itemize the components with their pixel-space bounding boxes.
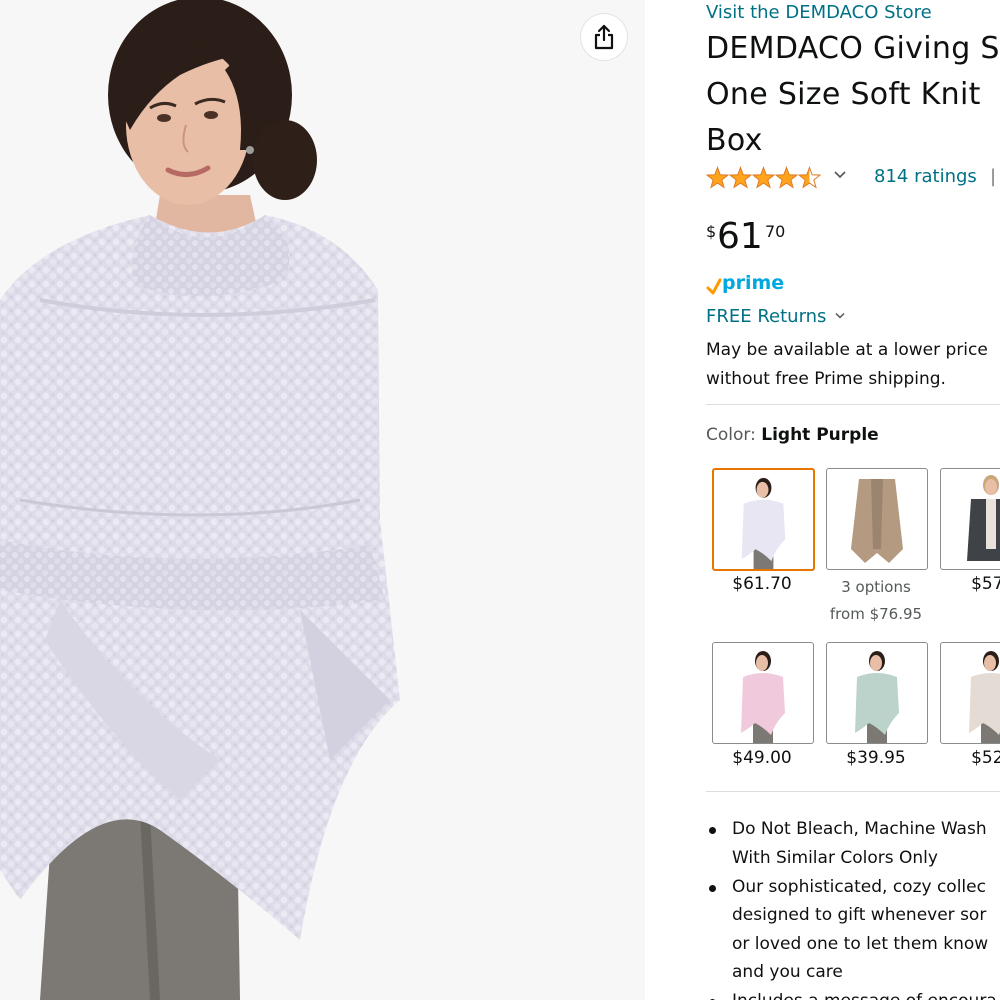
- color-swatch-light-purple[interactable]: $61.70: [706, 468, 818, 628]
- availability-line-1: May be available at a lower price: [706, 340, 988, 360]
- swatch-thumbnail: [940, 468, 1000, 570]
- swatch-options-count: 3 options: [841, 578, 911, 596]
- availability-note: May be available at a lower price withou…: [706, 336, 988, 394]
- free-returns-label: FREE Returns: [706, 306, 827, 327]
- product-main-image[interactable]: [0, 0, 645, 1000]
- availability-line-2: without free Prime shipping.: [706, 369, 946, 389]
- chevron-down-icon: [835, 312, 845, 319]
- feature-bullet-line: Our sophisticated, cozy collec: [732, 876, 986, 897]
- star-rating[interactable]: [706, 166, 822, 190]
- color-selection: Color: Light Purple: [706, 425, 879, 445]
- swatch-thumbnail: [940, 642, 1000, 744]
- model-wearing-wrap-image: [0, 0, 400, 1000]
- color-swatch-pink[interactable]: $49.00: [706, 642, 818, 777]
- feature-bullet-line: designed to gift whenever sor: [732, 905, 987, 925]
- feature-bullet-line: Do Not Bleach, Machine Wash: [732, 819, 987, 839]
- divider: [706, 404, 1000, 405]
- star-icon: [751, 166, 776, 189]
- swatch-thumbnail: [826, 642, 928, 744]
- swatch-image: [855, 651, 899, 743]
- feature-bullet-line: With Similar Colors Only: [732, 847, 938, 868]
- swatch-image: [969, 651, 1000, 743]
- star-icon: [706, 166, 730, 189]
- color-swatch-sage[interactable]: $39.95: [820, 642, 932, 777]
- ratings-count-link[interactable]: 814 ratings: [874, 166, 977, 187]
- prime-label: prime: [722, 272, 785, 294]
- rating-row: 814 ratings |: [706, 164, 1000, 192]
- swatch-image: [851, 479, 903, 563]
- swatch-price: $57.: [971, 574, 1000, 594]
- star-icon: [728, 166, 753, 189]
- swatch-image: [741, 477, 786, 569]
- swatch-thumbnail: [826, 468, 928, 570]
- color-swatch-taupe[interactable]: 3 options from $76.95: [820, 468, 932, 628]
- store-link[interactable]: Visit the DEMDACO Store: [706, 2, 932, 23]
- color-label: Color:: [706, 425, 756, 445]
- swatch-options-from-price: from $76.95: [829, 605, 923, 623]
- swatch-thumbnail: [712, 468, 815, 571]
- check-icon: [706, 278, 722, 295]
- free-returns-link[interactable]: FREE Returns: [706, 306, 846, 327]
- swatch-image: [741, 651, 785, 743]
- chevron-down-icon[interactable]: [833, 170, 847, 180]
- feature-bullets: Do Not Bleach, Machine Wash With Similar…: [706, 815, 1000, 1000]
- feature-bullet-line: Includes a message of encoura: [732, 987, 1000, 1000]
- divider: [706, 791, 1000, 792]
- feature-bullet-line: and you care: [732, 962, 843, 982]
- swatch-options: 3 options from $76.95: [820, 574, 932, 628]
- star-icon: [774, 166, 799, 189]
- product-info-panel: Visit the DEMDACO Store DEMDACO Giving S…: [706, 0, 1000, 1000]
- share-icon: [594, 24, 614, 50]
- swatch-thumbnail: [712, 642, 814, 744]
- color-swatch-charcoal[interactable]: $57.: [934, 468, 1000, 628]
- share-button[interactable]: [581, 14, 627, 60]
- star-icon: [797, 166, 822, 189]
- feature-bullet: Our sophisticated, cozy collec designed …: [706, 873, 1000, 987]
- swatch-price: $49.00: [732, 748, 792, 768]
- rating-separator: |: [990, 166, 997, 187]
- product-title-line-3: Box: [706, 123, 763, 158]
- product-title-line-1: DEMDACO Giving S: [706, 31, 1000, 66]
- feature-bullet-line: or loved one to let them know: [732, 933, 989, 954]
- feature-bullet: Do Not Bleach, Machine Wash With Similar…: [706, 815, 1000, 872]
- swatch-price: $39.95: [846, 748, 906, 768]
- price-whole: 61: [717, 216, 763, 257]
- product-title-line-2: One Size Soft Knit: [706, 77, 981, 112]
- price-fraction: 70: [765, 222, 786, 241]
- color-value: Light Purple: [761, 425, 879, 445]
- feature-bullet: Includes a message of encoura: [706, 987, 1000, 1000]
- swatch-image: [967, 475, 1000, 561]
- swatch-price: $52.: [971, 748, 1000, 768]
- price-symbol: $: [706, 222, 717, 241]
- swatch-price: $61.70: [732, 574, 792, 594]
- color-swatch-oatmeal[interactable]: $52.: [934, 642, 1000, 777]
